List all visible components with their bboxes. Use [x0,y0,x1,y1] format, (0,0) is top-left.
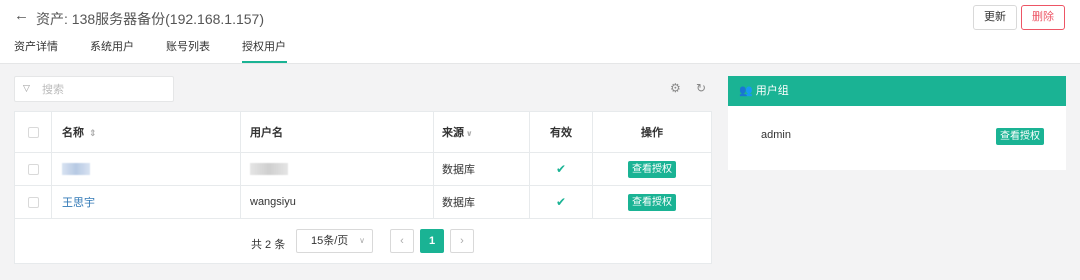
users-icon: 👥 [739,85,753,97]
active-tab-indicator [242,61,287,63]
check-icon: ✔ [555,162,567,176]
user-group-title: 用户组 [755,85,789,97]
user-group-name: admin [761,129,791,141]
authorized-users-panel: ▽ ⚙ ↻ 名称⇕ 用户名 来源∨ 有效 操作 数据库 [14,76,712,264]
users-table: 名称 ⇕ 用户名 来源 ∨ 有效 操作 数据库 ✔ 查看授权 王思宇 wangs… [14,111,712,264]
table-row: 数据库 ✔ 查看授权 [14,152,712,186]
row-checkbox-cell [14,185,52,219]
column-header-label: 来源 [442,127,464,139]
view-authorization-button[interactable]: 查看授权 [628,193,676,211]
column-header-valid: 有效 [529,111,593,153]
pagination-total: 共 2 条 [251,239,286,251]
page-title: 资产: 138服务器备份(192.168.1.157) [36,11,264,27]
check-icon: ✔ [555,195,567,209]
chevron-down-icon[interactable]: ∨ [466,129,473,138]
chevron-down-icon[interactable]: ▽ [23,83,30,94]
source-cell: 数据库 [433,185,530,219]
row-checkbox-cell [14,152,52,186]
action-cell: 查看授权 [592,152,712,186]
name-cell: 王思宇 [51,185,241,219]
source-cell: 数据库 [433,152,530,186]
row-checkbox[interactable] [27,196,39,208]
search-input[interactable] [42,81,162,98]
prev-page-button[interactable]: ‹ [390,229,414,253]
column-header-action: 操作 [592,111,712,153]
column-header-label: 名称 [62,127,84,139]
username-cell: wangsiyu [240,185,434,219]
arrow-left-icon[interactable]: ← [14,7,29,24]
redacted-name[interactable] [62,163,90,176]
page-button-current[interactable]: 1 [420,229,444,253]
sort-icon[interactable]: ⇕ [89,128,97,138]
user-group-header: 👥 用户组 [728,76,1066,106]
list-item: admin 查看授权 [728,106,1066,166]
tab-asset-detail[interactable]: 资产详情 [14,38,58,54]
valid-cell: ✔ [529,185,593,219]
delete-button[interactable]: 删除 [1021,5,1065,30]
table-header-row: 名称 ⇕ 用户名 来源 ∨ 有效 操作 [14,111,712,153]
user-group-panel: 👥 用户组 admin 查看授权 [728,76,1066,170]
chevron-down-icon: ∨ [359,236,365,245]
username-cell [240,152,434,186]
user-name-link[interactable]: 王思宇 [62,197,95,209]
column-header-source[interactable]: 来源 ∨ [433,111,530,153]
gear-icon[interactable]: ⚙ [670,81,681,95]
action-cell: 查看授权 [592,185,712,219]
search-box[interactable]: ▽ [14,76,174,102]
view-authorization-button[interactable]: 查看授权 [628,160,676,178]
valid-cell: ✔ [529,152,593,186]
next-page-button[interactable]: › [450,229,474,253]
update-button[interactable]: 更新 [973,5,1017,30]
header-checkbox-cell [14,111,52,153]
view-group-authorization-button[interactable]: 查看授权 [996,128,1044,145]
pagination: 共 2 条 15条/页 ∨ ‹ 1 › [15,224,713,262]
page-size-select[interactable]: 15条/页 ∨ [296,229,373,253]
select-all-checkbox[interactable] [27,126,39,138]
page-header: ← 资产: 138服务器备份(192.168.1.157) 更新 删除 资产详情… [0,0,1080,64]
column-header-username: 用户名 [240,111,434,153]
page-size-value: 15条/页 [311,235,349,247]
tab-account-list[interactable]: 账号列表 [166,38,210,54]
row-checkbox[interactable] [27,163,39,175]
name-cell [51,152,241,186]
table-row: 王思宇 wangsiyu 数据库 ✔ 查看授权 [14,185,712,219]
column-header-name[interactable]: 名称 ⇕ [51,111,241,153]
tab-system-users[interactable]: 系统用户 [90,38,134,54]
tab-authorized-users[interactable]: 授权用户 [242,38,286,54]
redacted-username [250,163,288,176]
refresh-icon[interactable]: ↻ [696,81,706,95]
